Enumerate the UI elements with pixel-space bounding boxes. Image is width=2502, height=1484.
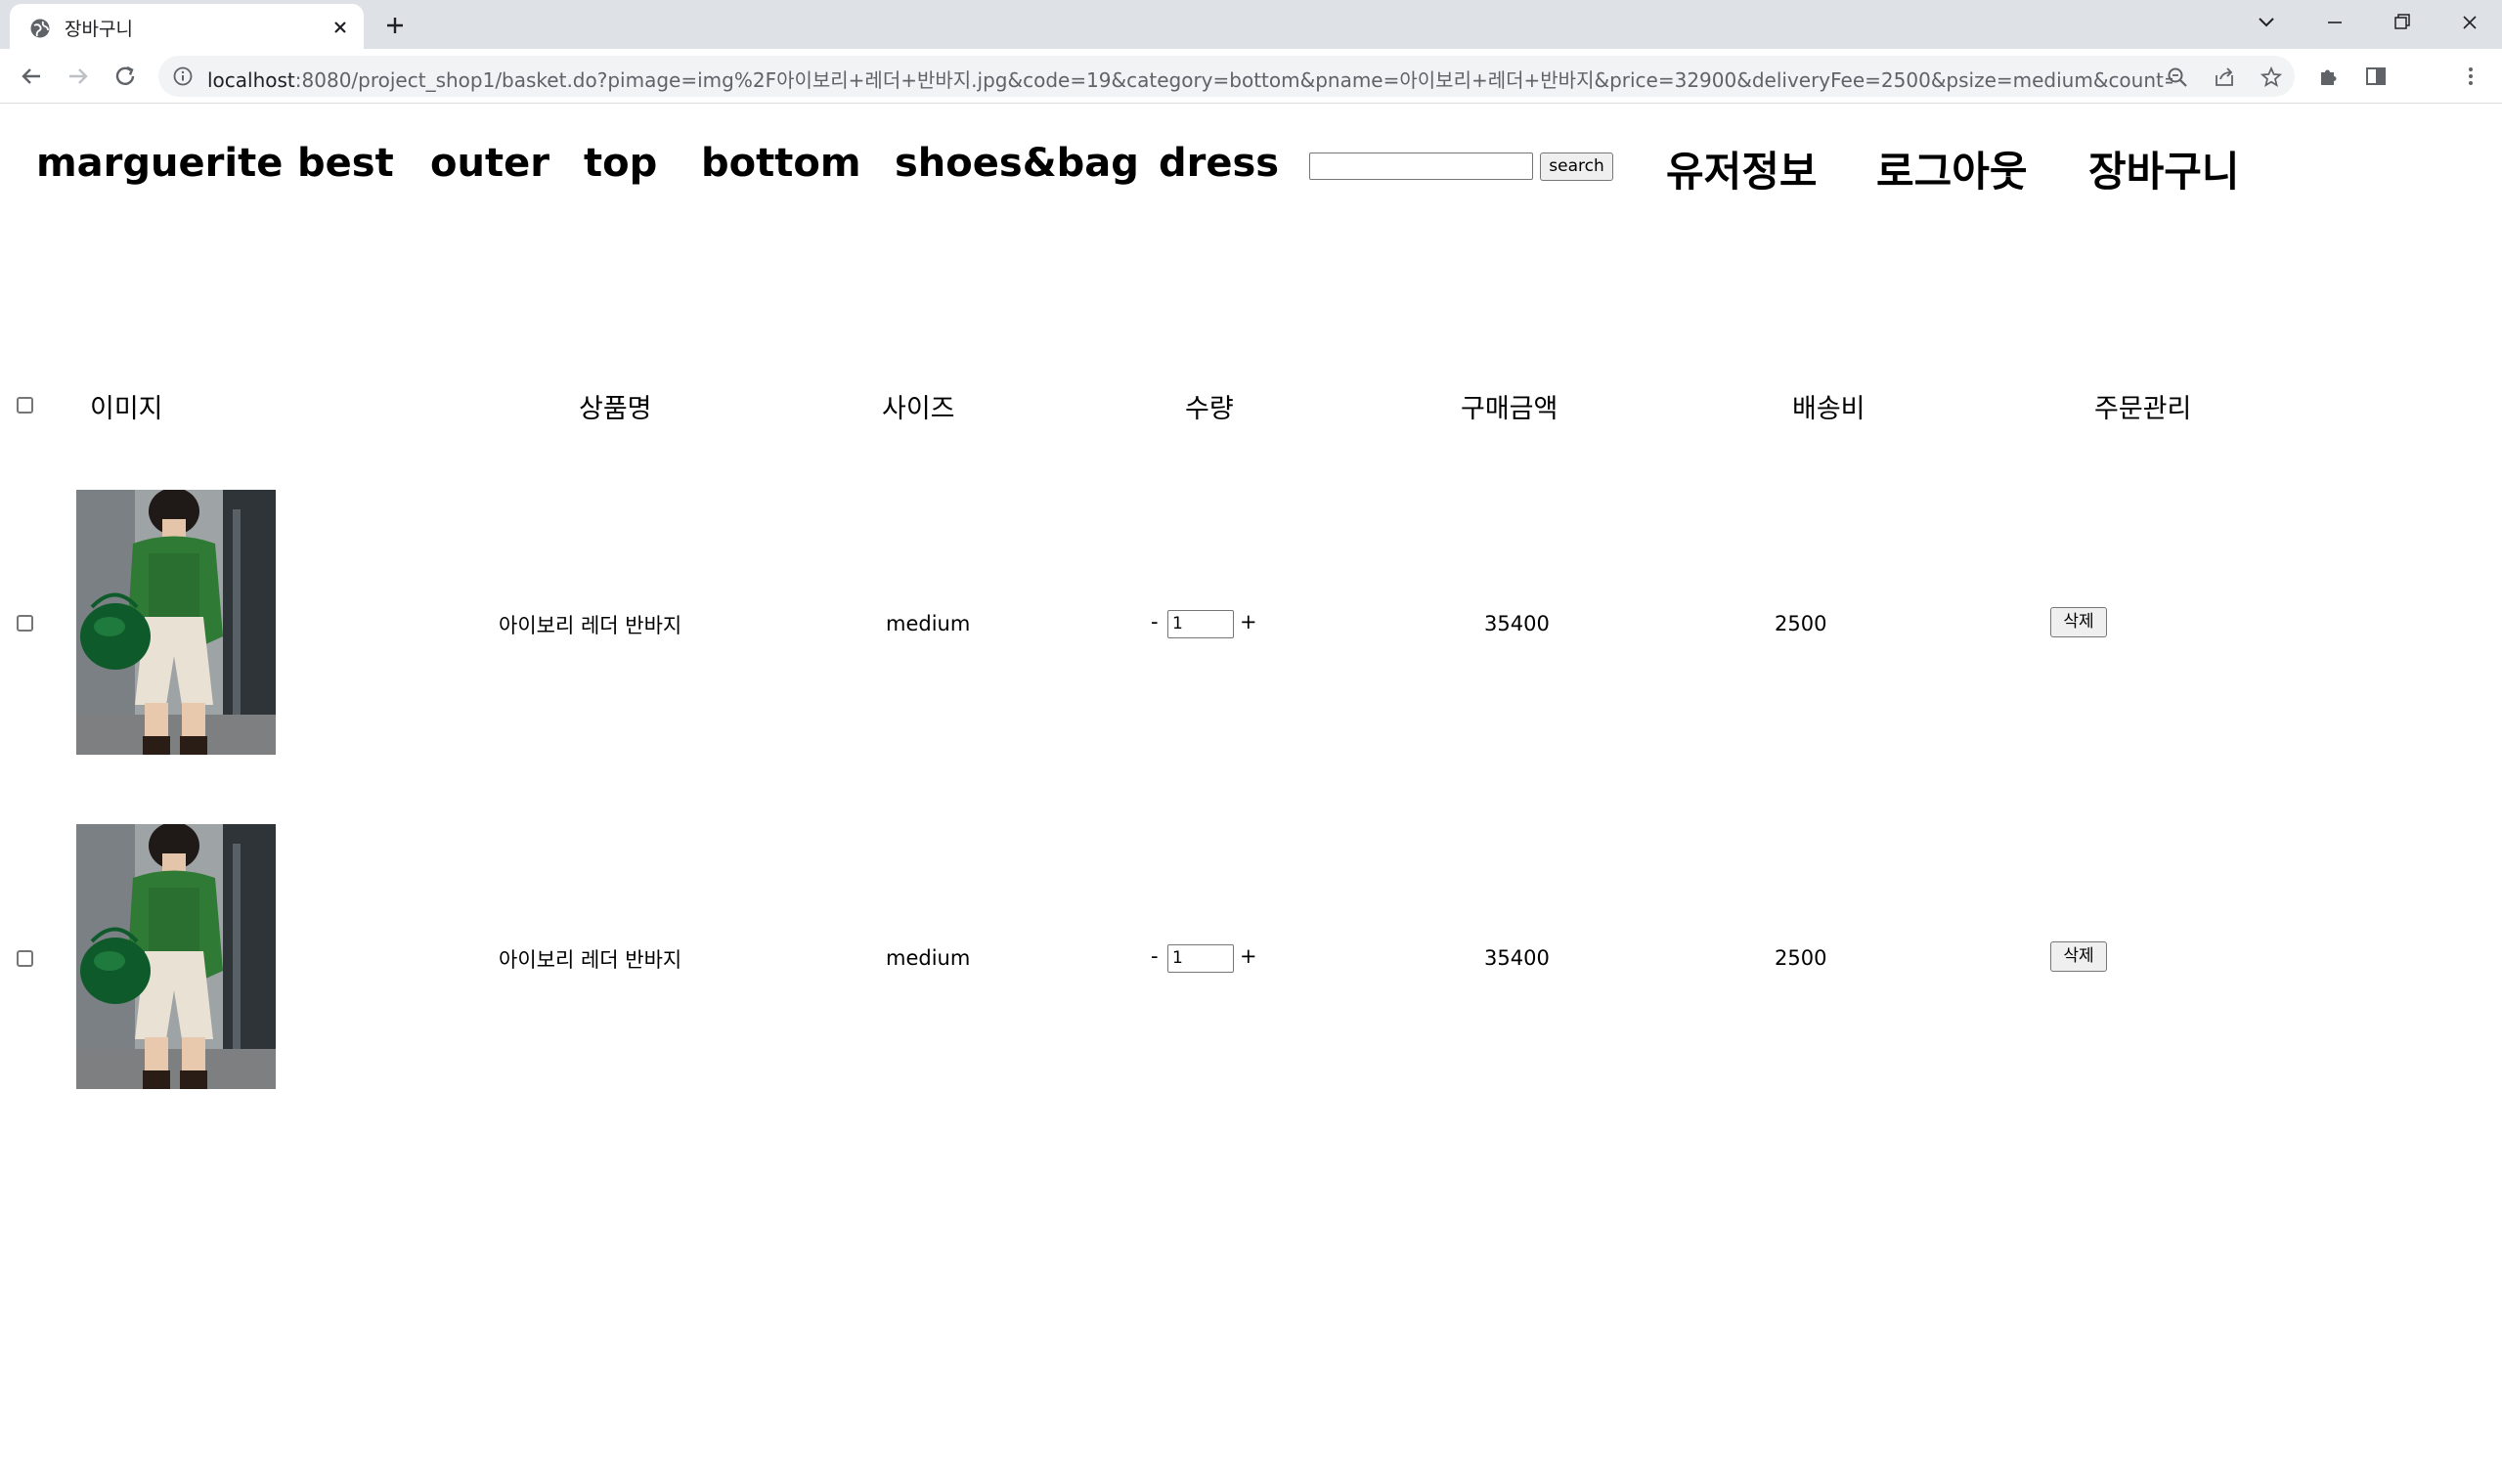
- tab-search-chevron-icon[interactable]: [2249, 8, 2284, 37]
- product-name[interactable]: 아이보리 레더 반바지: [499, 944, 681, 974]
- url-path: :8080/project_shop1/basket.do?pimage=img…: [294, 68, 2173, 92]
- header-quantity: 수량: [1185, 394, 1234, 424]
- search-button[interactable]: search: [1540, 153, 1613, 181]
- delivery-fee: 2500: [1775, 612, 1827, 635]
- nav-link-outer[interactable]: outer: [430, 141, 549, 186]
- header-product-name: 상품명: [579, 394, 652, 424]
- qty-input[interactable]: 1: [1167, 610, 1234, 638]
- reload-icon[interactable]: [110, 61, 141, 92]
- url-host: localhost: [207, 68, 295, 92]
- browser-toolbar: localhost:8080/project_shop1/basket.do?p…: [0, 49, 2502, 104]
- nav-link-logout[interactable]: 로그아웃: [1876, 139, 2028, 198]
- close-tab-icon[interactable]: [329, 16, 352, 39]
- qty-increase-button[interactable]: +: [1240, 944, 1257, 968]
- product-photo-illustration: [76, 824, 276, 1089]
- nav-link-dress[interactable]: dress: [1159, 141, 1279, 186]
- qty-decrease-button[interactable]: -: [1151, 610, 1159, 633]
- row-checkbox[interactable]: [17, 950, 33, 967]
- nav-link-cart[interactable]: 장바구니: [2088, 139, 2240, 198]
- restore-icon[interactable]: [2384, 8, 2419, 37]
- side-panel-icon[interactable]: [2363, 64, 2389, 89]
- header-delivery-fee: 배송비: [1792, 394, 1866, 424]
- delivery-fee: 2500: [1775, 946, 1827, 970]
- nav-link-bottom[interactable]: bottom: [701, 141, 861, 186]
- nav-link-top[interactable]: top: [584, 141, 657, 186]
- extensions-puzzle-icon[interactable]: [2316, 64, 2342, 89]
- minimize-icon[interactable]: [2317, 8, 2352, 37]
- bookmark-star-icon[interactable]: [2260, 65, 2283, 89]
- qty-increase-button[interactable]: +: [1240, 610, 1257, 633]
- url-text[interactable]: localhost:8080/project_shop1/basket.do?p…: [207, 65, 2173, 93]
- header-size: 사이즈: [882, 394, 955, 424]
- qty-decrease-button[interactable]: -: [1151, 944, 1159, 968]
- browser-tabstrip: 장바구니: [0, 0, 2502, 49]
- back-arrow-icon[interactable]: [16, 61, 47, 92]
- purchase-amount: 35400: [1484, 946, 1550, 970]
- header-price: 구매금액: [1461, 394, 1558, 424]
- nav-link-shoes-bag[interactable]: shoes&bag: [895, 141, 1139, 186]
- delete-button[interactable]: 삭제: [2050, 607, 2107, 637]
- delete-button[interactable]: 삭제: [2050, 941, 2107, 972]
- qty-input[interactable]: 1: [1167, 944, 1234, 973]
- site-info-icon[interactable]: [172, 65, 194, 87]
- search-input[interactable]: [1309, 153, 1533, 180]
- share-icon[interactable]: [2213, 65, 2236, 89]
- kebab-menu-icon[interactable]: [2458, 64, 2483, 89]
- header-image: 이미지: [90, 394, 163, 424]
- nav-link-best[interactable]: best: [297, 141, 394, 186]
- forward-arrow-icon[interactable]: [63, 61, 94, 92]
- select-all-checkbox[interactable]: [17, 397, 33, 414]
- globe-icon: [30, 19, 50, 38]
- zoom-icon[interactable]: [2166, 65, 2189, 89]
- tab-title: 장바구니: [65, 19, 133, 40]
- product-name[interactable]: 아이보리 레더 반바지: [499, 610, 681, 639]
- close-window-icon[interactable]: [2452, 8, 2487, 37]
- site-navigation: marguerite best outer top bottom shoes&b…: [0, 104, 2502, 231]
- address-bar[interactable]: localhost:8080/project_shop1/basket.do?p…: [158, 56, 2295, 97]
- new-tab-icon[interactable]: [381, 12, 409, 39]
- brand-logo-link[interactable]: marguerite: [36, 141, 283, 186]
- purchase-amount: 35400: [1484, 612, 1550, 635]
- browser-tab-active[interactable]: 장바구니: [10, 4, 364, 49]
- product-photo-illustration: [76, 490, 276, 755]
- row-checkbox[interactable]: [17, 615, 33, 632]
- header-order-management: 주문관리: [2094, 394, 2192, 424]
- product-image[interactable]: [76, 490, 276, 755]
- product-image[interactable]: [76, 824, 276, 1089]
- product-size: medium: [886, 946, 971, 970]
- nav-link-user-info[interactable]: 유저정보: [1666, 139, 1818, 198]
- product-size: medium: [886, 612, 971, 635]
